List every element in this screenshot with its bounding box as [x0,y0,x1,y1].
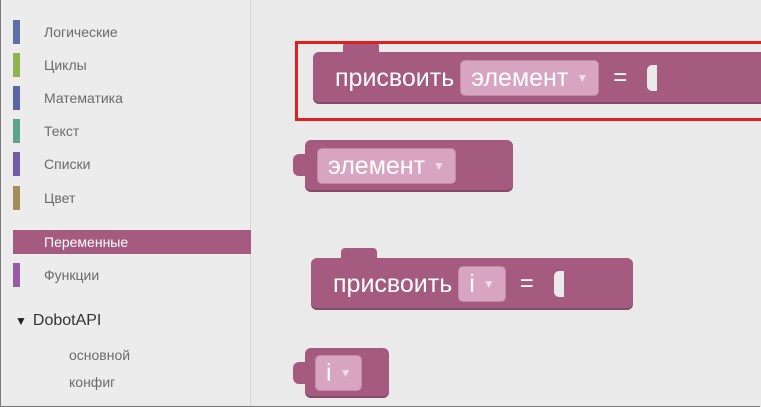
output-plug [293,154,307,176]
output-plug [293,362,307,384]
variable-name: i [326,358,332,387]
toolbox: Логические Циклы Математика Текст Списки… [1,0,251,405]
get-variable-block-element[interactable]: элемент ▼ [293,140,513,192]
category-color-bar [13,119,20,143]
dropdown-arrow-icon: ▼ [339,366,352,380]
category-functions[interactable]: Функции [13,263,251,287]
variable-dropdown[interactable]: i ▼ [315,355,363,391]
category-color-bar [13,186,20,210]
category-logic[interactable]: Логические [13,20,251,44]
category-dobotapi[interactable]: ▼ DobotAPI [15,309,253,333]
workspace[interactable]: присвоить элемент ▼ = элемент ▼ присвоит… [251,0,761,405]
category-color[interactable]: Цвет [13,186,251,210]
category-label: Текст [44,123,80,139]
category-color-bar [13,86,20,110]
variable-name: i [469,269,475,298]
category-dobot-basic[interactable]: основной [69,343,249,367]
highlight-box [295,41,761,121]
category-color-bar [13,230,20,254]
category-color-bar [13,263,20,287]
category-label: Функции [44,267,100,283]
variable-dropdown[interactable]: i ▼ [458,266,506,302]
set-variable-block-i[interactable]: присвоить i ▼ = [311,248,633,310]
category-label: Переменные [44,234,129,250]
collapse-triangle-icon[interactable]: ▼ [15,314,27,328]
get-variable-block-i[interactable]: i ▼ [293,348,389,398]
dropdown-arrow-icon: ▼ [433,159,445,173]
category-color-bar [13,53,20,77]
category-dobot-config[interactable]: конфиг [69,370,249,394]
category-label: основной [69,347,131,363]
value-input-socket[interactable] [553,271,564,297]
category-label: DobotAPI [32,312,102,329]
category-loops[interactable]: Циклы [13,53,251,77]
category-label: Циклы [44,57,87,73]
category-color-bar [13,20,20,44]
category-color-bar [13,152,20,176]
category-label: конфиг [69,374,116,390]
category-label: Математика [44,90,123,106]
dropdown-arrow-icon: ▼ [482,277,495,291]
category-label: Логические [44,24,118,40]
category-variables[interactable]: Переменные [13,230,251,254]
category-label: Списки [44,156,91,172]
variable-dropdown[interactable]: элемент ▼ [317,148,456,184]
category-text[interactable]: Текст [13,119,251,143]
variable-name: элемент [328,151,426,180]
category-lists[interactable]: Списки [13,152,251,176]
block-label: присвоить [333,269,453,298]
category-math[interactable]: Математика [13,86,251,110]
equals-sign: = [519,270,534,297]
block-notch [341,248,377,260]
category-label: Цвет [44,190,76,206]
